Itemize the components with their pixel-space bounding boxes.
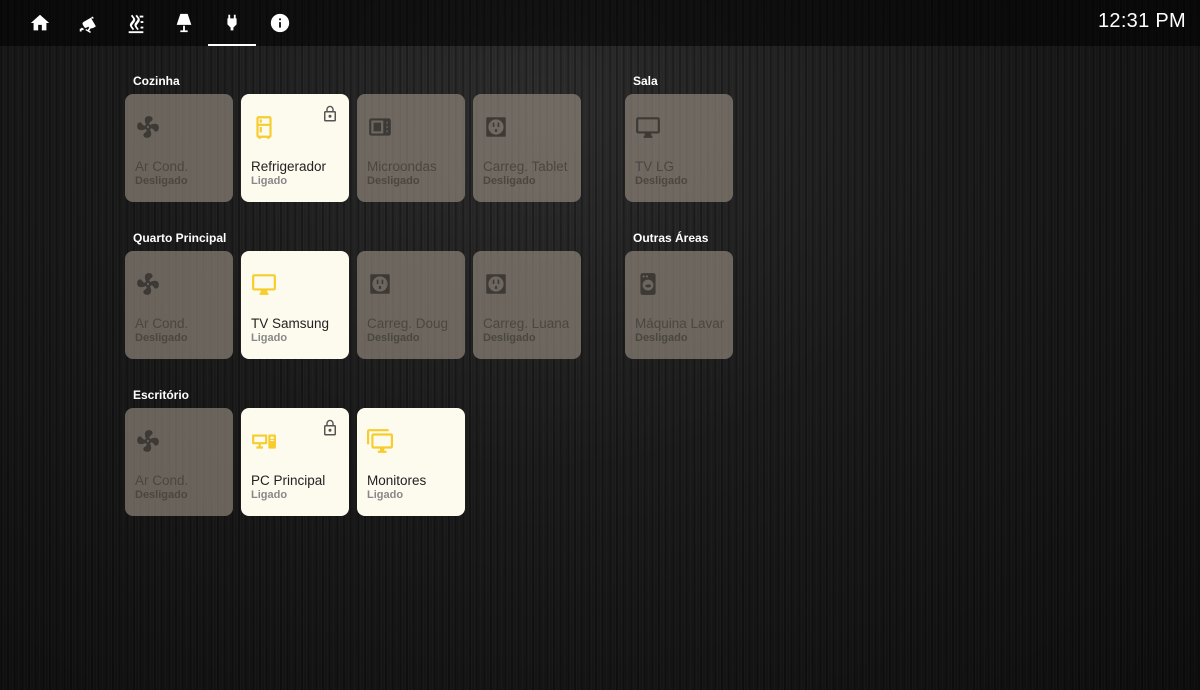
card-name: Ar Cond.: [135, 316, 189, 331]
card-name: Carreg. Luana: [483, 316, 570, 331]
cctv-icon: [79, 16, 96, 33]
card-carreg-luana[interactable]: Carreg. Luana Desligado: [473, 251, 581, 359]
top-bar: 12:31 PM: [0, 0, 1200, 46]
washing-machine-icon: [640, 273, 656, 295]
card-name: TV LG: [635, 159, 675, 174]
fan-icon: [137, 273, 159, 295]
monitor-multiple-icon: [367, 429, 393, 453]
power-socket-icon: [486, 274, 506, 294]
card-state: Desligado: [367, 175, 420, 187]
tab-lights[interactable]: [160, 0, 208, 46]
card-ar-cond-cozinha[interactable]: Ar Cond. Desligado: [125, 94, 233, 202]
card-carreg-doug[interactable]: Carreg. Doug Desligado: [357, 251, 465, 359]
card-state: Desligado: [483, 175, 536, 187]
fan-icon: [137, 116, 159, 138]
section-title: Escritório: [133, 388, 190, 402]
tab-home[interactable]: [16, 0, 64, 46]
card-state: Desligado: [635, 332, 688, 344]
card-state: Ligado: [251, 489, 288, 501]
card-microondas[interactable]: Microondas Desligado: [357, 94, 465, 202]
card-name: Carreg. Doug: [367, 316, 449, 331]
section-quarto-principal: Quarto Principal Ar Cond. Desligado TV S…: [125, 229, 581, 359]
card-pc-principal[interactable]: PC Principal Ligado: [241, 408, 349, 516]
card-ar-cond-quarto[interactable]: Ar Cond. Desligado: [125, 251, 233, 359]
section-title: Quarto Principal: [133, 231, 227, 245]
card-state: Desligado: [135, 175, 188, 187]
tab-power[interactable]: [208, 0, 256, 46]
card-name: PC Principal: [251, 473, 326, 488]
card-ar-cond-escritorio[interactable]: Ar Cond. Desligado: [125, 408, 233, 516]
card-name: Ar Cond.: [135, 159, 189, 174]
card-state: Desligado: [135, 332, 188, 344]
section-title: Sala: [633, 74, 658, 88]
card-monitores[interactable]: Monitores Ligado: [357, 408, 465, 516]
lamp-icon: [176, 13, 192, 33]
power-plug-icon: [227, 14, 237, 31]
card-maquina-lavar[interactable]: Máquina Lavar Desligado: [625, 251, 733, 359]
card-state: Desligado: [135, 489, 188, 501]
power-socket-icon: [370, 274, 390, 294]
fridge-icon: [256, 116, 272, 139]
card-name: TV Samsung: [251, 316, 330, 331]
card-tv-lg[interactable]: TV LG Desligado: [625, 94, 733, 202]
microwave-icon: [369, 118, 391, 136]
section-outras-areas: Outras Áreas Máquina Lavar Desligado: [625, 229, 733, 359]
clock: 12:31 PM: [1097, 10, 1186, 32]
info-icon: [270, 13, 290, 33]
card-name: Máquina Lavar: [635, 316, 725, 331]
radiator-icon: [128, 14, 144, 34]
card-carreg-tablet[interactable]: Carreg. Tablet Desligado: [473, 94, 581, 202]
card-name: Refrigerador: [251, 159, 327, 174]
fan-icon: [137, 430, 159, 452]
tab-cameras[interactable]: [64, 0, 112, 46]
card-state: Desligado: [367, 332, 420, 344]
section-cozinha: Cozinha Ar Cond. Desligado Refrigerador …: [125, 72, 581, 202]
card-name: Carreg. Tablet: [483, 159, 568, 174]
card-tv-samsung[interactable]: TV Samsung Ligado: [241, 251, 349, 359]
card-name: Microondas: [367, 159, 437, 174]
desktop-tower-icon: [252, 434, 276, 449]
tv-icon: [636, 117, 660, 138]
tab-info[interactable]: [256, 0, 304, 46]
lock-icon: [324, 419, 336, 436]
section-escritorio: Escritório Ar Cond. Desligado PC Princip…: [125, 386, 465, 516]
home-icon: [30, 14, 50, 31]
card-name: Ar Cond.: [135, 473, 189, 488]
tv-icon: [252, 274, 276, 295]
card-state: Desligado: [483, 332, 536, 344]
card-state: Desligado: [635, 175, 688, 187]
nav-tabs: [0, 0, 304, 46]
tab-climate[interactable]: [112, 0, 160, 46]
section-title: Outras Áreas: [633, 231, 709, 245]
card-name: Monitores: [367, 473, 427, 488]
card-state: Ligado: [251, 332, 288, 344]
card-state: Ligado: [367, 489, 404, 501]
section-title: Cozinha: [133, 74, 180, 88]
section-sala: Sala TV LG Desligado: [625, 72, 733, 202]
power-socket-icon: [486, 117, 506, 137]
card-state: Ligado: [251, 175, 288, 187]
lock-icon: [324, 105, 336, 122]
card-refrigerador[interactable]: Refrigerador Ligado: [241, 94, 349, 202]
